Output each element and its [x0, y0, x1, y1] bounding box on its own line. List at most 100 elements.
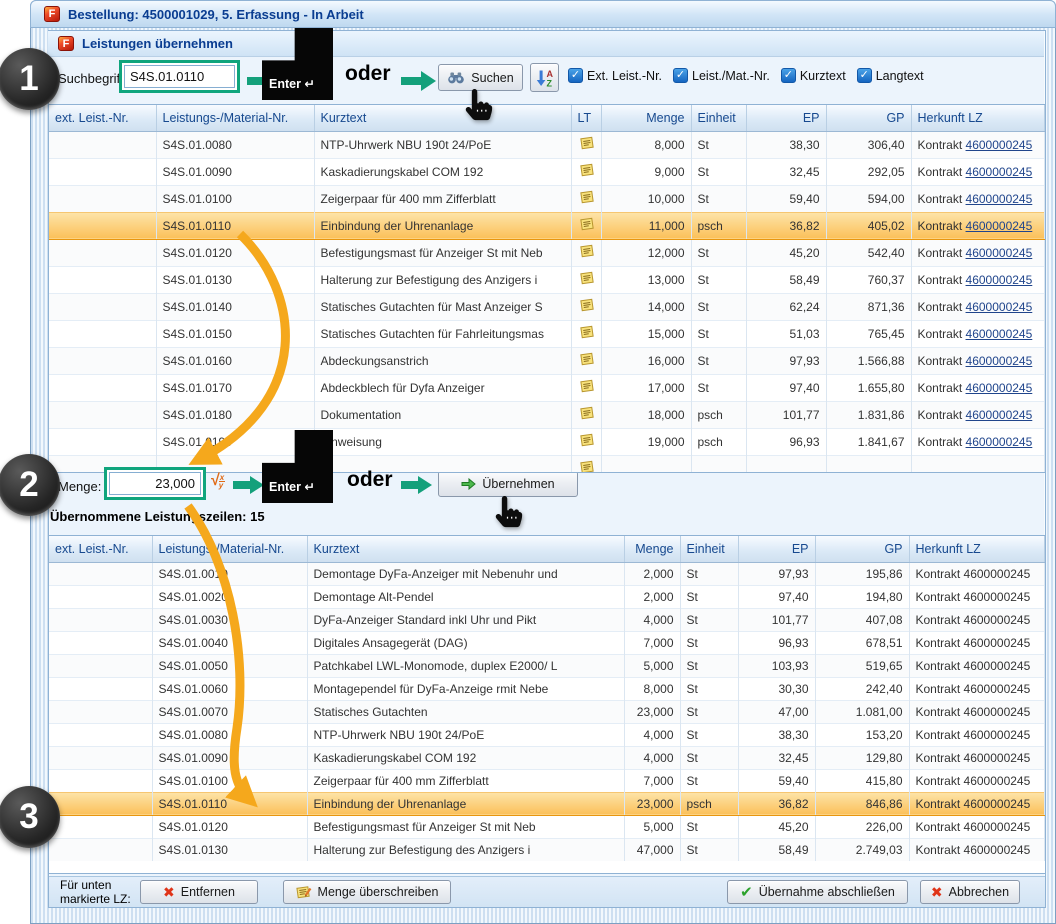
table-row[interactable]: S4S.01.0020Demontage Alt-Pendel2,000St97…	[49, 585, 1045, 608]
quantity-input[interactable]: 23,000	[109, 472, 201, 495]
contract-link[interactable]: 4600000245	[966, 381, 1033, 395]
column-header[interactable]: ext. Leist.-Nr.	[49, 536, 152, 562]
table-row[interactable]: S4S.01.0090Kaskadierungskabel COM 1924,0…	[49, 746, 1045, 769]
dialog-titlebar[interactable]: F Leistungen übernehmen	[48, 31, 1044, 57]
cell-ep: 59,40	[746, 185, 826, 212]
table-row[interactable]: S4S.01.0190Einweisung19,000psch96,931.84…	[49, 428, 1045, 455]
cell-menge: 2,000	[624, 585, 680, 608]
cell-herkunft: Kontrakt 4600000245	[909, 838, 1045, 861]
red-x-icon: ✖	[931, 884, 943, 901]
table-row[interactable]: S4S.01.0120Befestigungsmast für Anzeiger…	[49, 239, 1045, 266]
table-row[interactable]: S4S.01.0060Montagependel für DyFa-Anzeig…	[49, 677, 1045, 700]
contract-link[interactable]: 4600000245	[966, 327, 1033, 341]
contract-link[interactable]: 4600000245	[966, 246, 1033, 260]
table-row[interactable]: S4S.01.0130Halterung zur Befestigung des…	[49, 838, 1045, 861]
cell-kurztext: Halterung zur Befestigung des Anzigers i	[314, 266, 571, 293]
table-row[interactable]: S4S.01.0160Abdeckungsanstrich16,000St97,…	[49, 347, 1045, 374]
origin-cell: Kontrakt 4600000245	[911, 347, 1045, 374]
table-row[interactable]: S4S.01.0120Befestigungsmast für Anzeiger…	[49, 815, 1045, 838]
column-header[interactable]: Menge	[624, 536, 680, 562]
formula-sqrt-icon[interactable]: √xy	[211, 472, 225, 490]
contract-link[interactable]: 4600000245	[966, 354, 1033, 368]
cell-kurztext: Dokumentation	[314, 401, 571, 428]
column-header[interactable]: Einheit	[680, 536, 738, 562]
cell-einheit: St	[691, 131, 746, 158]
checkbox-langtext[interactable]: ✓ Langtext	[857, 68, 924, 83]
table-row[interactable]: S4S.01.0080NTP-Uhrwerk NBU 190t 24/PoE8,…	[49, 131, 1045, 158]
cell-menge: 11,000	[601, 212, 691, 239]
search-input[interactable]: S4S.01.0110	[124, 65, 235, 88]
table-row[interactable]: S4S.01.0150Statisches Gutachten für Fahr…	[49, 320, 1045, 347]
column-header[interactable]: Leistungs-/Material-Nr.	[152, 536, 307, 562]
contract-link[interactable]: 4600000245	[966, 138, 1033, 152]
contract-link[interactable]: 4600000245	[966, 273, 1033, 287]
green-arrow-icon	[461, 478, 476, 490]
column-header[interactable]: Herkunft LZ	[909, 536, 1045, 562]
cell-herkunft: Kontrakt 4600000245	[909, 677, 1045, 700]
table-row[interactable]: S4S.01.0110Einbindung der Uhrenanlage11,…	[49, 212, 1045, 239]
table-row[interactable]: S4S.01.0050Patchkabel LWL-Monomode, dupl…	[49, 654, 1045, 677]
cell-gp: 195,86	[815, 562, 909, 585]
longtext-note-icon	[571, 185, 601, 212]
checkbox-leist-mat-nr[interactable]: ✓ Leist./Mat.-Nr.	[673, 68, 770, 83]
table-row[interactable]: S4S.01.0040Digitales Ansagegerät (DAG)7,…	[49, 631, 1045, 654]
remove-button[interactable]: ✖ Entfernen	[140, 880, 258, 904]
cell-nr: S4S.01.0170	[156, 374, 314, 401]
column-header[interactable]: ext. Leist.-Nr.	[49, 105, 156, 131]
cell-nr: S4S.01.0020	[152, 585, 307, 608]
cell-gp: 760,37	[826, 266, 911, 293]
contract-link[interactable]: 4600000245	[966, 435, 1033, 449]
checkbox-ext-leist-nr[interactable]: ✓ Ext. Leist.-Nr.	[568, 68, 662, 83]
cell-kurztext: Statisches Gutachten	[307, 700, 624, 723]
column-header[interactable]: GP	[826, 105, 911, 131]
cell-ep: 47,00	[738, 700, 815, 723]
cell-ext	[49, 631, 152, 654]
table-row[interactable]: S4S.01.0100Zeigerpaar für 400 mm Zifferb…	[49, 185, 1045, 212]
longtext-note-icon	[571, 212, 601, 239]
cell-gp: 405,02	[826, 212, 911, 239]
table-row[interactable]: S4S.01.0010Demontage DyFa-Anzeiger mit N…	[49, 562, 1045, 585]
window-title: Bestellung: 4500001029, 5. Erfassung - I…	[68, 7, 364, 22]
column-header[interactable]: EP	[738, 536, 815, 562]
checkbox-kurztext[interactable]: ✓ Kurztext	[781, 68, 846, 83]
column-header[interactable]: Leistungs-/Material-Nr.	[156, 105, 314, 131]
override-quantity-button[interactable]: Menge überschreiben	[283, 880, 451, 904]
contract-link[interactable]: 4600000245	[966, 300, 1033, 314]
cancel-button[interactable]: ✖ Abbrechen	[920, 880, 1020, 904]
table-row[interactable]: S4S.01.0130Halterung zur Befestigung des…	[49, 266, 1045, 293]
column-header[interactable]: Herkunft LZ	[911, 105, 1045, 131]
table-row[interactable]: S4S.01.0090Kaskadierungskabel COM 1929,0…	[49, 158, 1045, 185]
column-header[interactable]: Kurztext	[307, 536, 624, 562]
origin-cell: Kontrakt 4600000245	[911, 239, 1045, 266]
finish-transfer-button[interactable]: ✔ Übernahme abschließen	[727, 880, 908, 904]
contract-link[interactable]: 4600000245	[966, 408, 1033, 422]
longtext-note-icon	[571, 455, 601, 473]
quantity-label: Menge:	[58, 479, 101, 494]
cell-kurztext: NTP-Uhrwerk NBU 190t 24/PoE	[307, 723, 624, 746]
sort-az-button[interactable]: A Z	[530, 63, 559, 92]
table-row[interactable]: S4S.01.0080NTP-Uhrwerk NBU 190t 24/PoE4,…	[49, 723, 1045, 746]
cell-nr: S4S.01.0110	[152, 792, 307, 815]
column-header[interactable]: GP	[815, 536, 909, 562]
column-header[interactable]: Kurztext	[314, 105, 571, 131]
cell-nr: S4S.01.0010	[152, 562, 307, 585]
table-row[interactable]: S4S.01.0170Abdeckblech für Dyfa Anzeiger…	[49, 374, 1045, 401]
table-row[interactable]: S4S.01.0070Statisches Gutachten23,000St4…	[49, 700, 1045, 723]
column-header[interactable]: Menge	[601, 105, 691, 131]
column-header[interactable]: LT	[571, 105, 601, 131]
window-titlebar[interactable]: F Bestellung: 4500001029, 5. Erfassung -…	[30, 0, 1056, 28]
table-row[interactable]: S4S.01.0140Statisches Gutachten für Mast…	[49, 293, 1045, 320]
cell-einheit: St	[680, 654, 738, 677]
column-header[interactable]: EP	[746, 105, 826, 131]
column-header[interactable]: Einheit	[691, 105, 746, 131]
contract-link[interactable]: 4600000245	[966, 165, 1033, 179]
table-row[interactable]: S4S.01.0180Dokumentation18,000psch101,77…	[49, 401, 1045, 428]
contract-link[interactable]: 4600000245	[966, 192, 1033, 206]
cell-einheit: St	[680, 677, 738, 700]
contract-link[interactable]: 4600000245	[966, 219, 1033, 233]
table-row[interactable]: S4S.01.0030DyFa-Anzeiger Standard inkl U…	[49, 608, 1045, 631]
cell-einheit: St	[680, 746, 738, 769]
cell-einheit: St	[691, 266, 746, 293]
table-row[interactable]: S4S.01.0100Zeigerpaar für 400 mm Zifferb…	[49, 769, 1045, 792]
table-row[interactable]: S4S.01.0110Einbindung der Uhrenanlage23,…	[49, 792, 1045, 815]
